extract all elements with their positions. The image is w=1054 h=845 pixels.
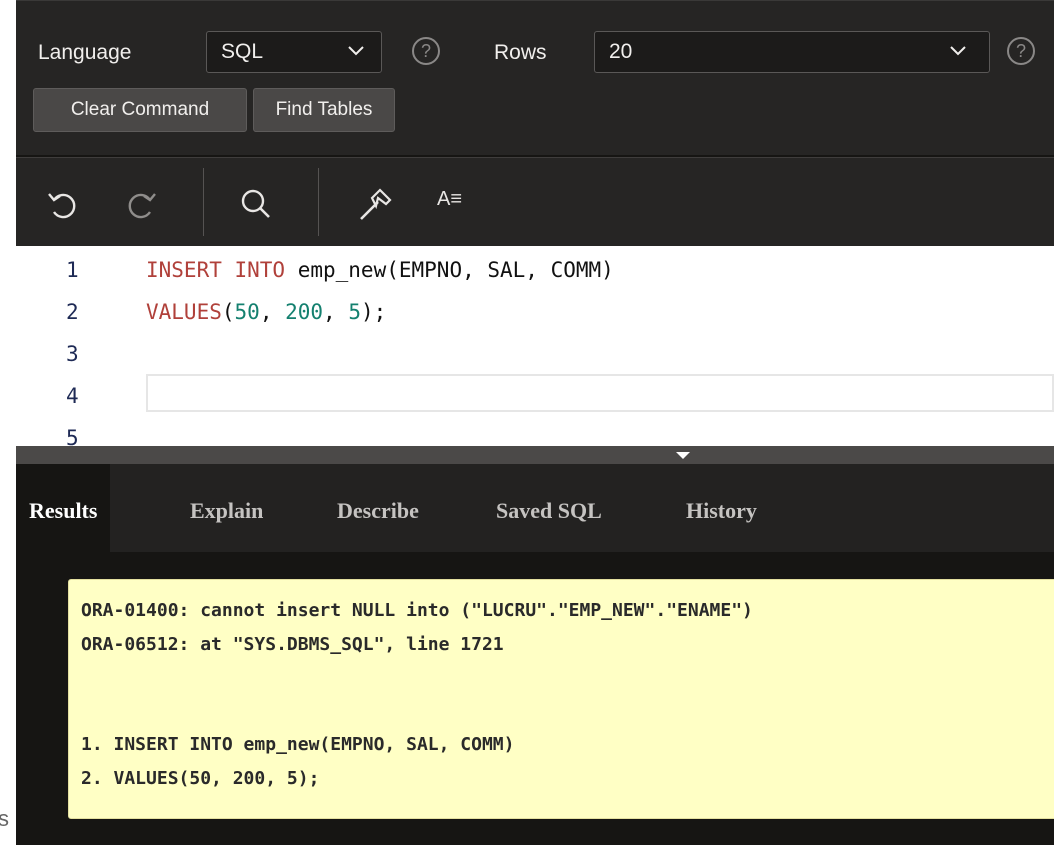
language-label: Language xyxy=(38,41,132,64)
code-text: emp_new(EMPNO, SAL, COMM) xyxy=(285,258,614,282)
code-editor[interactable]: 1 2 3 4 5 INSERT INTO emp_new(EMPNO, SAL… xyxy=(16,246,1054,446)
number-literal: 50 xyxy=(234,300,260,324)
rows-value: 20 xyxy=(609,40,633,63)
cropped-text: s xyxy=(0,806,9,831)
error-message: ORA-01400: cannot insert NULL into ("LUC… xyxy=(68,579,1054,819)
active-line-highlight xyxy=(146,374,1054,412)
language-select[interactable]: SQL xyxy=(206,31,382,73)
sql-keyword: VALUES xyxy=(146,300,222,324)
rows-help-icon[interactable]: ? xyxy=(1007,37,1035,65)
clear-command-button[interactable]: Clear Command xyxy=(33,88,247,132)
toolbar-divider xyxy=(318,168,319,236)
find-tables-button[interactable]: Find Tables xyxy=(253,88,395,132)
code-text: , xyxy=(323,300,349,324)
tab-explain[interactable]: Explain xyxy=(177,464,276,552)
sql-keyword: INSERT INTO xyxy=(146,258,286,282)
code-text: , xyxy=(259,300,286,324)
tab-history[interactable]: History xyxy=(673,464,770,552)
toolbar-divider xyxy=(203,168,204,236)
chevron-down-icon xyxy=(950,46,966,56)
language-help-icon[interactable]: ? xyxy=(412,37,440,65)
code-text: ( xyxy=(221,300,235,324)
command-toolbar: Language SQL ? Rows 20 ? Clear Command F… xyxy=(16,0,1054,155)
line-number: 2 xyxy=(66,300,79,324)
text-format-icon[interactable]: A≡ xyxy=(437,188,462,211)
collapse-arrow-icon[interactable] xyxy=(676,452,690,459)
statement-line: 2. VALUES(50, 200, 5); xyxy=(81,768,320,789)
statement-line: 1. INSERT INTO emp_new(EMPNO, SAL, COMM) xyxy=(81,734,515,755)
results-tabs: Results Explain Describe Saved SQL Histo… xyxy=(16,464,1054,552)
rows-label: Rows xyxy=(494,41,547,64)
chevron-down-icon xyxy=(348,46,364,56)
line-number: 4 xyxy=(66,384,79,408)
code-line-2: VALUES(50, 200, 5); xyxy=(146,300,386,324)
undo-icon[interactable] xyxy=(46,188,80,222)
number-literal: 200 xyxy=(285,300,324,324)
tab-results[interactable]: Results xyxy=(16,464,111,552)
pane-splitter[interactable] xyxy=(16,446,1054,464)
error-line: ORA-01400: cannot insert NULL into ("LUC… xyxy=(81,600,753,621)
line-number: 1 xyxy=(66,258,79,282)
rows-select[interactable]: 20 xyxy=(594,31,990,73)
search-icon[interactable] xyxy=(238,186,274,222)
redo-icon[interactable] xyxy=(124,188,158,222)
results-pane: ORA-01400: cannot insert NULL into ("LUC… xyxy=(16,552,1054,845)
hammer-icon[interactable] xyxy=(356,186,394,224)
language-value: SQL xyxy=(221,40,264,63)
code-text: ); xyxy=(361,300,387,324)
editor-toolbar: A≡ xyxy=(16,157,1054,246)
tab-describe[interactable]: Describe xyxy=(324,464,432,552)
line-number: 5 xyxy=(66,426,79,446)
sql-workshop: Language SQL ? Rows 20 ? Clear Command F… xyxy=(16,0,1054,845)
line-number: 3 xyxy=(66,342,79,366)
number-literal: 5 xyxy=(348,300,361,324)
tab-saved-sql[interactable]: Saved SQL xyxy=(483,464,615,552)
error-line: ORA-06512: at "SYS.DBMS_SQL", line 1721 xyxy=(81,634,504,655)
code-line-1: INSERT INTO emp_new(EMPNO, SAL, COMM) xyxy=(146,258,614,282)
